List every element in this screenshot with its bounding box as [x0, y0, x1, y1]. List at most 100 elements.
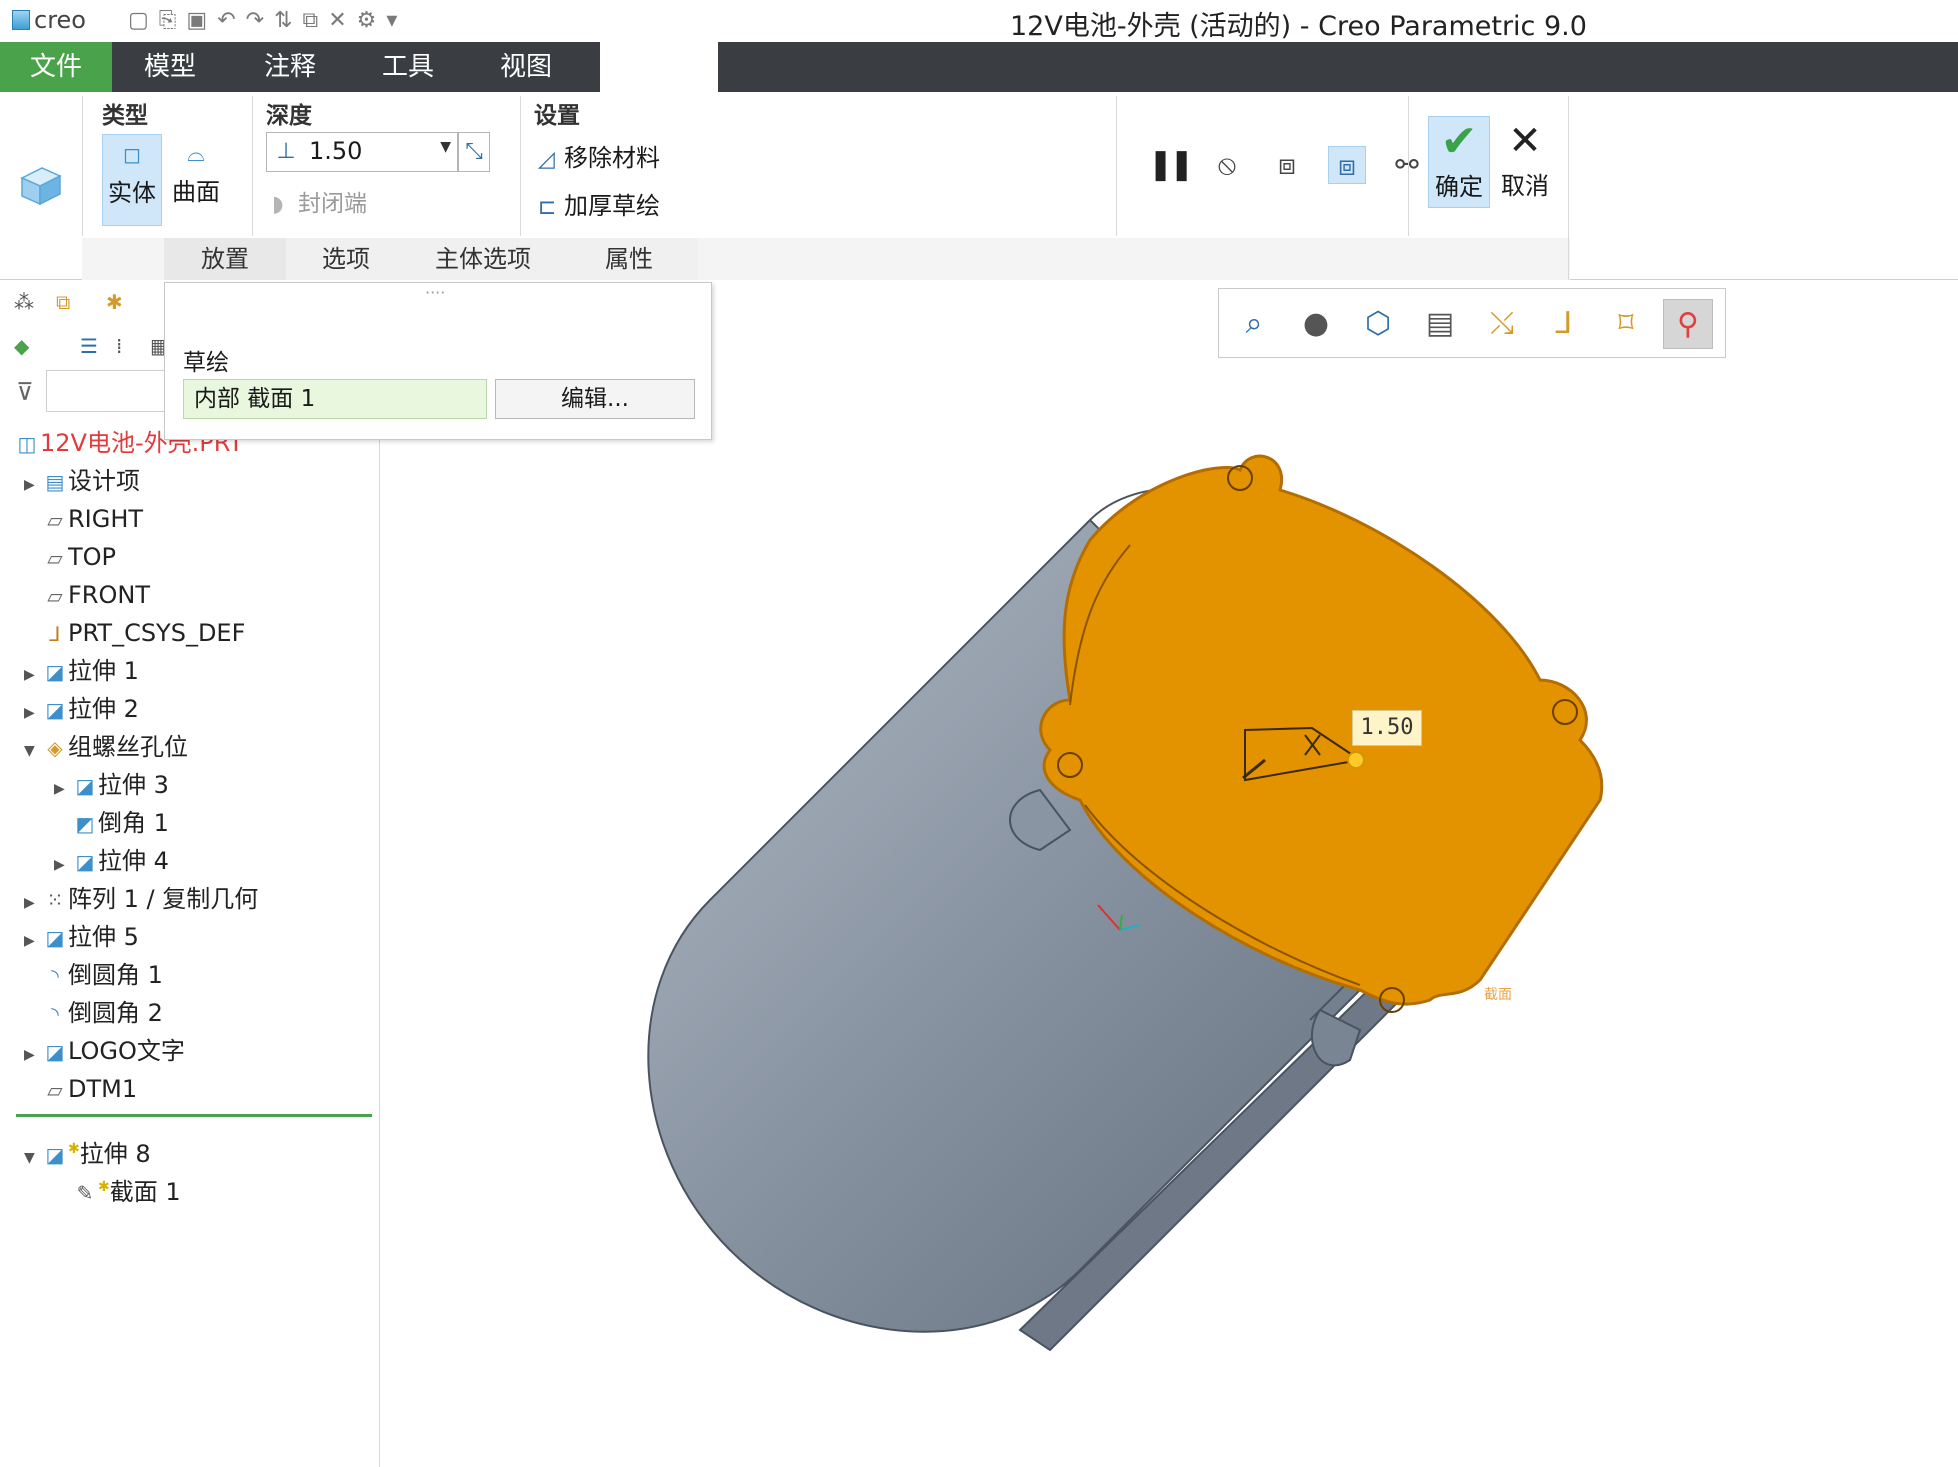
- dashboard-subtabs: 放置 选项 主体选项 属性: [164, 238, 698, 280]
- sketch-collector[interactable]: 内部 截面 1: [183, 379, 487, 419]
- csys-display-icon[interactable]: ⅃: [1539, 299, 1589, 349]
- extrude-icon: ◪: [45, 926, 65, 950]
- no-preview-icon[interactable]: ⦸: [1208, 146, 1246, 184]
- thicken-sketch-button[interactable]: ⊏ 加厚草绘: [538, 186, 660, 221]
- tree-item-extrude-2[interactable]: ▶ ◪ 拉伸 2: [24, 690, 139, 728]
- pause-icon[interactable]: ❚❚: [1148, 146, 1194, 184]
- tree-item-logo-text[interactable]: ▶ ◪ LOGO文字: [24, 1032, 185, 1070]
- tree-item-pattern-1[interactable]: ▶ ⁙ 阵列 1 / 复制几何: [24, 880, 258, 918]
- depth-dimension-label[interactable]: 1.50: [1352, 710, 1422, 746]
- tab-view[interactable]: 视图: [464, 42, 588, 92]
- collapse-icon[interactable]: ▼: [24, 732, 42, 770]
- favorites-icon[interactable]: ✱: [106, 290, 123, 314]
- remove-material-button[interactable]: ◿ 移除材料: [538, 138, 660, 173]
- separator: [252, 96, 253, 236]
- expand-icon[interactable]: ▶: [24, 1036, 42, 1074]
- tree-item-extrude-8[interactable]: ▼ ◪ ✱拉伸 8: [24, 1130, 151, 1168]
- solid-icon: ◻: [122, 143, 142, 168]
- expand-icon[interactable]: ▶: [24, 884, 42, 922]
- tab-options[interactable]: 选项: [286, 238, 406, 280]
- expand-icon[interactable]: ▶: [24, 656, 42, 694]
- open-icon[interactable]: ⎘: [159, 8, 177, 34]
- graphics-toolbar: ⌕ ● ⬡ ▤ ⤯ ⅃ ⌑ ⚲: [1218, 288, 1726, 358]
- tree-item-extrude-5[interactable]: ▶ ◪ 拉伸 5: [24, 918, 139, 956]
- new-icon[interactable]: ▢: [128, 8, 149, 34]
- tab-file[interactable]: 文件: [0, 42, 112, 92]
- tree-item-label: 倒角 1: [98, 809, 169, 837]
- regenerate-icon[interactable]: ⇅: [274, 8, 292, 34]
- saved-views-icon[interactable]: ⬡: [1353, 299, 1403, 349]
- tree-item-top[interactable]: ▱ TOP: [42, 538, 116, 576]
- redo-icon[interactable]: ↷: [246, 8, 264, 34]
- ok-button[interactable]: ✔ 确定: [1428, 116, 1490, 208]
- body-icon[interactable]: ◆: [14, 334, 29, 358]
- chevron-down-icon[interactable]: ▼: [440, 139, 451, 155]
- verify-glasses-icon[interactable]: ⚯: [1388, 146, 1426, 184]
- spin-center-icon[interactable]: ⚲: [1663, 299, 1713, 349]
- close-icon[interactable]: ✕: [328, 8, 346, 34]
- tree-filter-icon[interactable]: ⁞: [116, 334, 122, 358]
- datum-display-icon[interactable]: ⤯: [1477, 299, 1527, 349]
- cancel-button[interactable]: ✕ 取消: [1494, 116, 1556, 208]
- blind-depth-icon: ⊥: [276, 139, 296, 164]
- tree-item-dtm1[interactable]: ▱ DTM1: [42, 1070, 137, 1108]
- annotation-display-icon[interactable]: ⌑: [1601, 299, 1651, 349]
- panel-grip-icon[interactable]: ····: [425, 283, 445, 302]
- tree-item-round-1[interactable]: ◝ 倒圆角 1: [42, 956, 163, 994]
- tree-item-extrude-1[interactable]: ▶ ◪ 拉伸 1: [24, 652, 139, 690]
- model-tree-icon[interactable]: ⁂: [14, 290, 34, 314]
- surface-button[interactable]: ⌓ 曲面: [166, 134, 226, 226]
- tab-model[interactable]: 模型: [112, 42, 228, 92]
- tab-extrude[interactable]: 拉伸: [600, 42, 718, 92]
- tree-item-section-1[interactable]: ✎ ✱截面 1: [72, 1168, 181, 1206]
- cap-ends-icon: ◗: [272, 192, 284, 217]
- display-style-icon[interactable]: ●: [1291, 299, 1341, 349]
- tab-body-options[interactable]: 主体选项: [406, 238, 560, 280]
- settings-icon[interactable]: ⚙: [357, 8, 377, 34]
- folder-browser-icon[interactable]: ⧉: [56, 290, 70, 314]
- depth-drag-handle[interactable]: [1347, 751, 1365, 769]
- collapse-icon[interactable]: ▼: [24, 1139, 42, 1177]
- zoom-icon[interactable]: ⌕: [1229, 299, 1279, 349]
- expand-icon[interactable]: ▶: [24, 694, 42, 732]
- tree-search-input[interactable]: [46, 370, 166, 412]
- expand-icon[interactable]: ▶: [24, 922, 42, 960]
- design-items-icon: ▤: [45, 470, 65, 494]
- tab-annotate[interactable]: 注释: [228, 42, 352, 92]
- tree-item-label: LOGO文字: [68, 1037, 185, 1065]
- detached-preview-icon[interactable]: ⧈: [1328, 146, 1366, 184]
- flip-direction-button[interactable]: ⤡: [458, 132, 490, 172]
- insert-here-indicator[interactable]: [16, 1114, 372, 1117]
- tree-list-icon[interactable]: ☰: [80, 334, 98, 358]
- tree-item-screw-holes-group[interactable]: ▼ ◈ 组螺丝孔位: [24, 728, 188, 766]
- tree-item-chamfer-1[interactable]: ◩ 倒角 1: [72, 804, 169, 842]
- tree-item-extrude-4[interactable]: ▶ ◪ 拉伸 4: [54, 842, 169, 880]
- tree-item-extrude-3[interactable]: ▶ ◪ 拉伸 3: [54, 766, 169, 804]
- tree-item-csys[interactable]: ⅃ PRT_CSYS_DEF: [42, 614, 245, 652]
- app-logo-text: creo: [34, 6, 86, 34]
- extrude-icon: ◪: [45, 1143, 65, 1167]
- tab-placement[interactable]: 放置: [164, 238, 286, 280]
- filter-icon: ⊽: [16, 378, 34, 406]
- customize-icon[interactable]: ▾: [386, 8, 397, 34]
- feature-controls: ❚❚ ⦸ ⧈ ⧈ ⚯: [1148, 146, 1426, 184]
- expand-icon[interactable]: ▶: [54, 770, 72, 808]
- view-manager-icon[interactable]: ▤: [1415, 299, 1465, 349]
- depth-value-field[interactable]: ⊥ 1.50 ▼: [266, 132, 458, 172]
- extrude-icon: ◪: [45, 698, 65, 722]
- tree-item-design-items[interactable]: ▶ ▤ 设计项: [24, 462, 140, 500]
- attached-preview-icon[interactable]: ⧈: [1268, 146, 1306, 184]
- tree-item-right[interactable]: ▱ RIGHT: [42, 500, 143, 538]
- tab-properties[interactable]: 属性: [560, 238, 698, 280]
- tree-item-front[interactable]: ▱ FRONT: [42, 576, 150, 614]
- windows-icon[interactable]: ⧉: [303, 8, 319, 34]
- expand-icon[interactable]: ▶: [24, 466, 42, 504]
- expand-icon[interactable]: ▶: [54, 846, 72, 884]
- tree-item-round-2[interactable]: ◝ 倒圆角 2: [42, 994, 163, 1032]
- tab-tools[interactable]: 工具: [352, 42, 464, 92]
- solid-button[interactable]: ◻ 实体: [102, 134, 162, 226]
- undo-icon[interactable]: ↶: [217, 8, 235, 34]
- save-icon[interactable]: ▣: [186, 8, 207, 34]
- edit-sketch-button[interactable]: 编辑...: [495, 379, 695, 419]
- graphics-area[interactable]: [382, 282, 1958, 1467]
